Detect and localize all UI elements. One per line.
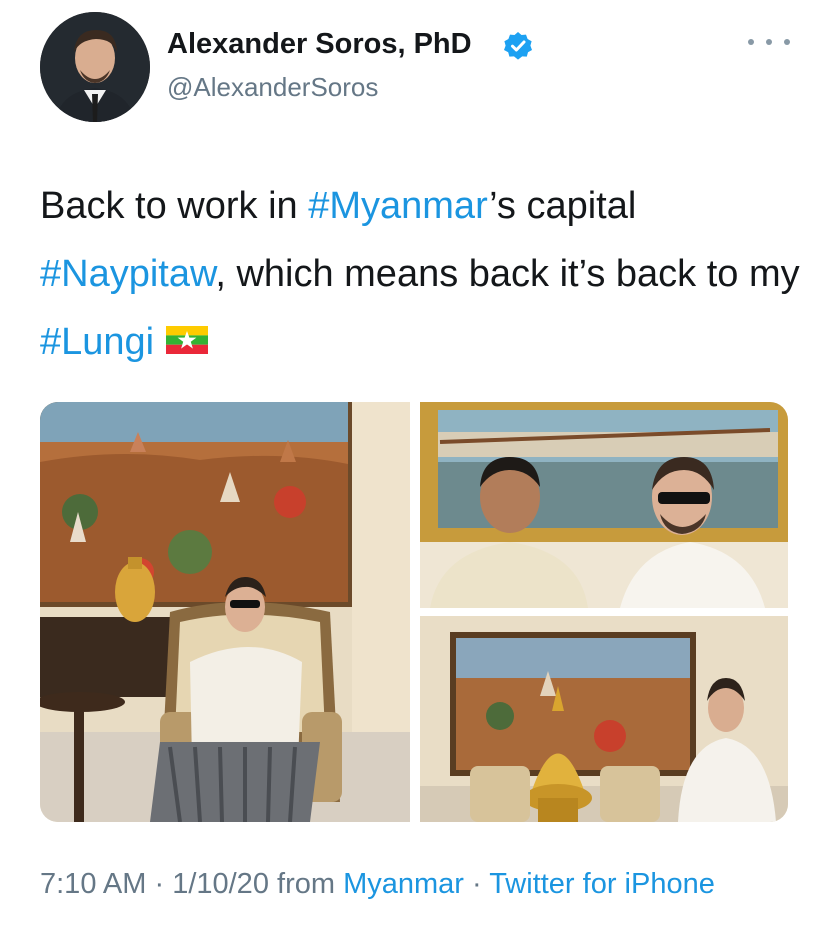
more-dot bbox=[766, 39, 772, 45]
hashtag-naypitaw[interactable]: #Naypitaw bbox=[40, 253, 215, 295]
source-link[interactable]: Twitter for iPhone bbox=[489, 868, 715, 900]
photo-left-seated-lungi[interactable] bbox=[40, 402, 410, 822]
hashtag-lungi[interactable]: #Lungi bbox=[40, 321, 154, 363]
more-dot bbox=[748, 39, 754, 45]
tweet-text-part: Back to work in bbox=[40, 185, 309, 227]
photo-top-right-handshake[interactable] bbox=[420, 402, 788, 608]
more-dot bbox=[784, 39, 790, 45]
tweet-text: Back to work in #Myanmar’s capital #Nayp… bbox=[40, 172, 800, 376]
meta-separator: · bbox=[146, 868, 173, 900]
tweet-text-part: ’s capital bbox=[489, 185, 637, 227]
hashtag-myanmar[interactable]: #Myanmar bbox=[308, 185, 489, 227]
location-link[interactable]: Myanmar bbox=[343, 868, 464, 900]
avatar[interactable] bbox=[40, 12, 150, 122]
photo-bottom-right-standing[interactable] bbox=[420, 616, 788, 822]
tweet-date[interactable]: 1/10/20 bbox=[172, 868, 269, 900]
from-label: from bbox=[268, 868, 344, 900]
media-grid bbox=[40, 402, 788, 822]
myanmar-flag-emoji bbox=[166, 325, 209, 354]
more-options-icon[interactable] bbox=[748, 32, 790, 52]
meta-separator: · bbox=[463, 868, 490, 900]
verified-badge-icon bbox=[504, 32, 532, 60]
display-name[interactable]: Alexander Soros, PhD bbox=[167, 28, 472, 61]
handle[interactable]: @AlexanderSoros bbox=[167, 72, 378, 103]
tweet-meta: 7:10 AM · 1/10/20 from Myanmar · Twitter… bbox=[40, 868, 715, 901]
tweet-text-part: , which means back it’s back to my bbox=[215, 253, 800, 295]
tweet-time[interactable]: 7:10 AM bbox=[40, 868, 146, 900]
